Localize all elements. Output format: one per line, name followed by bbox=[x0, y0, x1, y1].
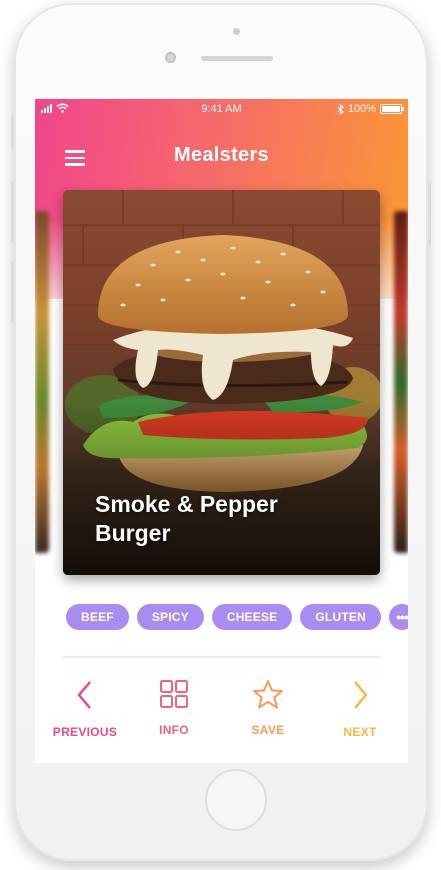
more-tags-button[interactable]: ••• bbox=[388, 604, 408, 630]
nav-save-label: SAVE bbox=[251, 723, 285, 737]
meal-title-line-1: Smoke & Pepper bbox=[95, 491, 278, 517]
status-right: 100% bbox=[337, 103, 404, 115]
tag-cheese[interactable]: CHEESE bbox=[211, 604, 293, 630]
nav-info-button[interactable]: INFO bbox=[134, 679, 214, 737]
meal-card[interactable]: Smoke & Pepper Burger bbox=[63, 190, 380, 575]
grid-icon bbox=[160, 680, 188, 708]
meal-title-line-2: Burger bbox=[95, 520, 171, 546]
chevron-left-icon bbox=[77, 681, 91, 709]
earpiece-speaker bbox=[201, 56, 273, 61]
previous-card-preview[interactable] bbox=[35, 211, 49, 553]
divider bbox=[63, 656, 381, 658]
next-card-preview[interactable] bbox=[394, 211, 408, 553]
volume-up-button bbox=[11, 181, 14, 243]
tag-list: BEEF SPICY CHEESE GLUTEN ••• bbox=[66, 604, 408, 630]
volume-down-button bbox=[11, 261, 14, 323]
tag-gluten[interactable]: GLUTEN bbox=[300, 604, 381, 630]
mute-switch bbox=[11, 115, 14, 149]
status-bar: 9:41 AM 100% bbox=[35, 99, 408, 119]
nav-previous-button[interactable]: PREVIOUS bbox=[45, 679, 125, 739]
nav-save-button[interactable]: SAVE bbox=[228, 679, 308, 737]
meal-title: Smoke & Pepper Burger bbox=[95, 490, 345, 548]
app-screen: 9:41 AM 100% Mealsters Smoke & Pepper Bu… bbox=[35, 99, 408, 763]
chevron-right-icon bbox=[354, 681, 368, 709]
tag-beef[interactable]: BEEF bbox=[66, 604, 129, 630]
tag-spicy[interactable]: SPICY bbox=[136, 604, 204, 630]
home-button[interactable] bbox=[205, 769, 267, 831]
nav-next-label: NEXT bbox=[343, 725, 377, 739]
front-camera bbox=[165, 52, 176, 63]
app-title: Mealsters bbox=[174, 144, 269, 166]
star-icon bbox=[253, 680, 283, 709]
proximity-sensor bbox=[233, 28, 240, 35]
nav-info-label: INFO bbox=[159, 723, 189, 737]
bluetooth-icon bbox=[337, 103, 344, 115]
battery-icon bbox=[380, 104, 404, 114]
battery-percent: 100% bbox=[347, 103, 376, 115]
power-button bbox=[428, 183, 431, 245]
nav-next-button[interactable]: NEXT bbox=[320, 679, 400, 739]
nav-previous-label: PREVIOUS bbox=[52, 725, 118, 739]
